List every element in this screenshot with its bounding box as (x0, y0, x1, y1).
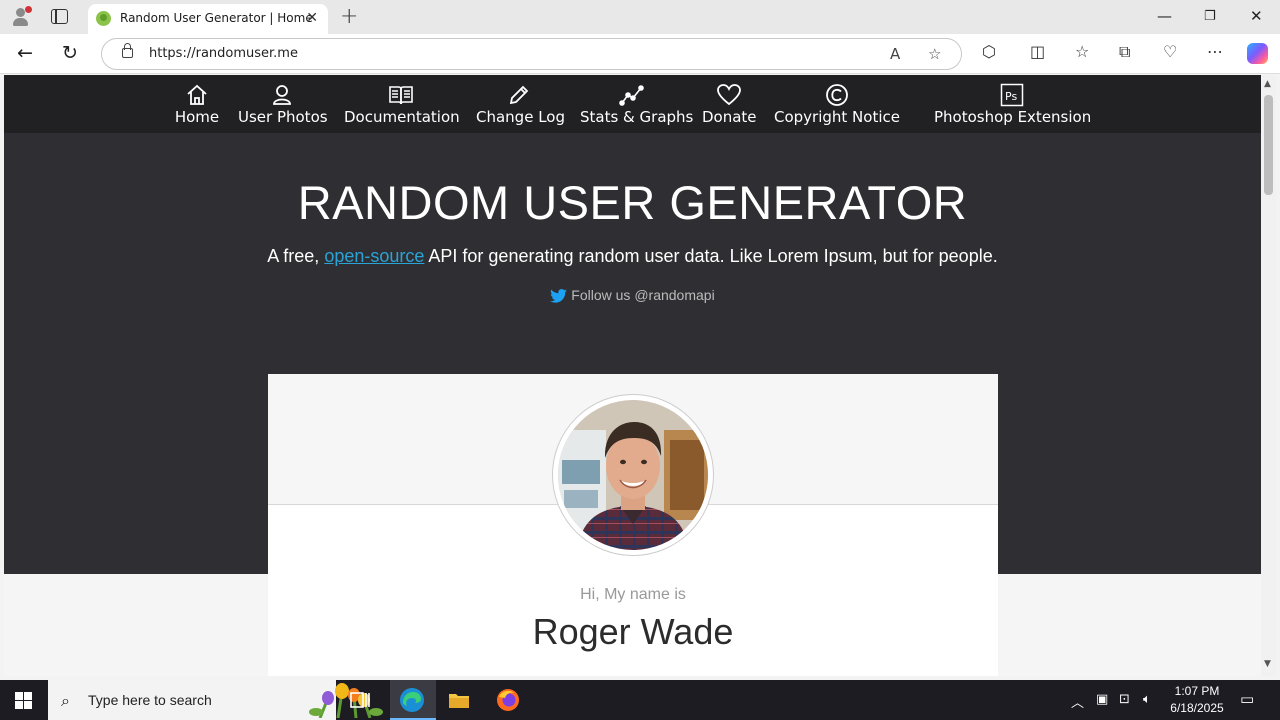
user-photo (558, 400, 708, 550)
open-source-link[interactable]: open-source (324, 246, 424, 266)
copilot-icon[interactable] (1247, 43, 1268, 64)
nav-user-photos[interactable]: User Photos (238, 83, 328, 126)
site-nav: Home User Photos Documentation Change Lo… (4, 75, 1261, 133)
more-menu-icon[interactable]: ⋯ (1207, 42, 1223, 61)
windows-start-icon[interactable] (15, 692, 32, 709)
url-text[interactable]: https://randomuser.me (149, 46, 298, 61)
photoshop-icon: Ps (1000, 83, 1024, 107)
nav-documentation[interactable]: Documentation (344, 83, 460, 126)
nav-donate[interactable]: Donate (702, 83, 757, 126)
profile-icon[interactable] (10, 6, 32, 28)
search-icon: ⌕ (61, 691, 70, 710)
volume-icon[interactable]: 🔈︎ (1143, 692, 1151, 707)
page-viewport: Home User Photos Documentation Change Lo… (4, 75, 1261, 676)
book-icon (389, 86, 413, 105)
lock-icon[interactable] (122, 43, 133, 58)
collections-icon[interactable]: ⧉ (1119, 42, 1130, 62)
new-tab-icon[interactable]: + (340, 4, 358, 29)
taskbar-clock[interactable]: 1:07 PM 6/18/2025 (1162, 683, 1232, 717)
extensions-icon[interactable]: ⬡ (982, 42, 996, 61)
user-icon (273, 85, 291, 105)
subtitle-text-end: API for generating random user data. Lik… (424, 246, 998, 266)
notifications-icon[interactable]: ▭ (1240, 690, 1254, 708)
favorites-icon[interactable]: ☆ (1075, 42, 1089, 61)
tab-close-icon[interactable]: ✕ (306, 10, 318, 26)
file-explorer-icon[interactable] (447, 688, 471, 712)
graph-icon (619, 85, 644, 106)
edge-browser-icon[interactable] (399, 687, 425, 713)
nav-stats-graphs[interactable]: Stats & Graphs (580, 83, 693, 126)
twitter-handle: Follow us @randomapi (571, 287, 715, 303)
clock-time: 1:07 PM (1174, 684, 1220, 698)
close-window-icon[interactable]: ✕ (1250, 7, 1263, 25)
nav-photoshop-extension[interactable]: Ps Photoshop Extension (934, 83, 1091, 126)
flowers-icon (309, 683, 383, 718)
task-view-icon[interactable] (348, 688, 372, 712)
clock-date: 6/18/2025 (1170, 701, 1224, 715)
tab-actions-icon[interactable] (51, 9, 68, 24)
address-bar[interactable]: https://randomuser.me A ☆ (101, 38, 962, 70)
browser-tab-bar: Random User Generator | Home ✕ + — ❐ ✕ (0, 0, 1280, 34)
windows-taskbar: ⌕ Type here to search ︿ ▣ ⊡ 🔈︎ 1:07 PM 6… (0, 680, 1280, 720)
taskbar-search-box[interactable]: ⌕ Type here to search (48, 680, 383, 720)
greeting-text: Hi, My name is (580, 586, 686, 603)
page-scrollbar[interactable]: ▲ ▼ (1261, 75, 1276, 676)
avatar (552, 394, 714, 556)
svg-text:Ps: Ps (1005, 90, 1017, 103)
minimize-icon[interactable]: — (1157, 7, 1172, 25)
refresh-icon[interactable]: ↻ (62, 42, 78, 64)
address-toolbar: ← ↻ https://randomuser.me A ☆ ⬡ ◫ ☆ ⧉ ♡ … (0, 34, 1280, 74)
tab-title: Random User Generator | Home (120, 11, 313, 25)
read-aloud-icon[interactable]: A (890, 45, 900, 63)
device-icon[interactable]: ▣ (1096, 692, 1108, 707)
hero-title: RANDOM USER GENERATOR (297, 176, 968, 229)
heart-icon (717, 84, 741, 106)
user-card: Hi, My name is Roger Wade (268, 374, 998, 676)
firefox-icon[interactable] (496, 688, 520, 712)
subtitle-text-start: A free, (267, 246, 325, 266)
search-placeholder: Type here to search (88, 692, 212, 708)
browser-essentials-icon[interactable]: ♡ (1163, 42, 1177, 61)
nav-copyright-notice[interactable]: Copyright Notice (774, 83, 900, 126)
back-icon[interactable]: ← (17, 42, 33, 64)
user-name: Roger Wade (532, 611, 734, 652)
split-screen-icon[interactable]: ◫ (1030, 42, 1045, 61)
restore-icon[interactable]: ❐ (1204, 9, 1216, 24)
browser-tab[interactable]: Random User Generator | Home ✕ (88, 4, 328, 34)
scroll-thumb[interactable] (1264, 95, 1273, 195)
twitter-follow-link[interactable]: Follow us @randomapi (4, 287, 1261, 303)
show-hidden-icons-icon[interactable]: ︿ (1071, 692, 1084, 711)
twitter-bird-icon (550, 289, 568, 303)
pencil-icon (509, 85, 529, 105)
network-icon[interactable]: ⊡ (1119, 692, 1130, 707)
favorite-star-icon[interactable]: ☆ (928, 45, 941, 63)
nav-change-log[interactable]: Change Log (476, 83, 565, 126)
hero-subtitle: A free, open-source API for generating r… (4, 246, 1261, 267)
home-icon (187, 84, 207, 105)
copyright-icon (826, 84, 848, 106)
scroll-down-icon[interactable]: ▼ (1264, 659, 1271, 669)
site-favicon-icon (96, 11, 111, 26)
scroll-up-icon[interactable]: ▲ (1264, 79, 1271, 89)
nav-home[interactable]: Home (174, 83, 220, 126)
